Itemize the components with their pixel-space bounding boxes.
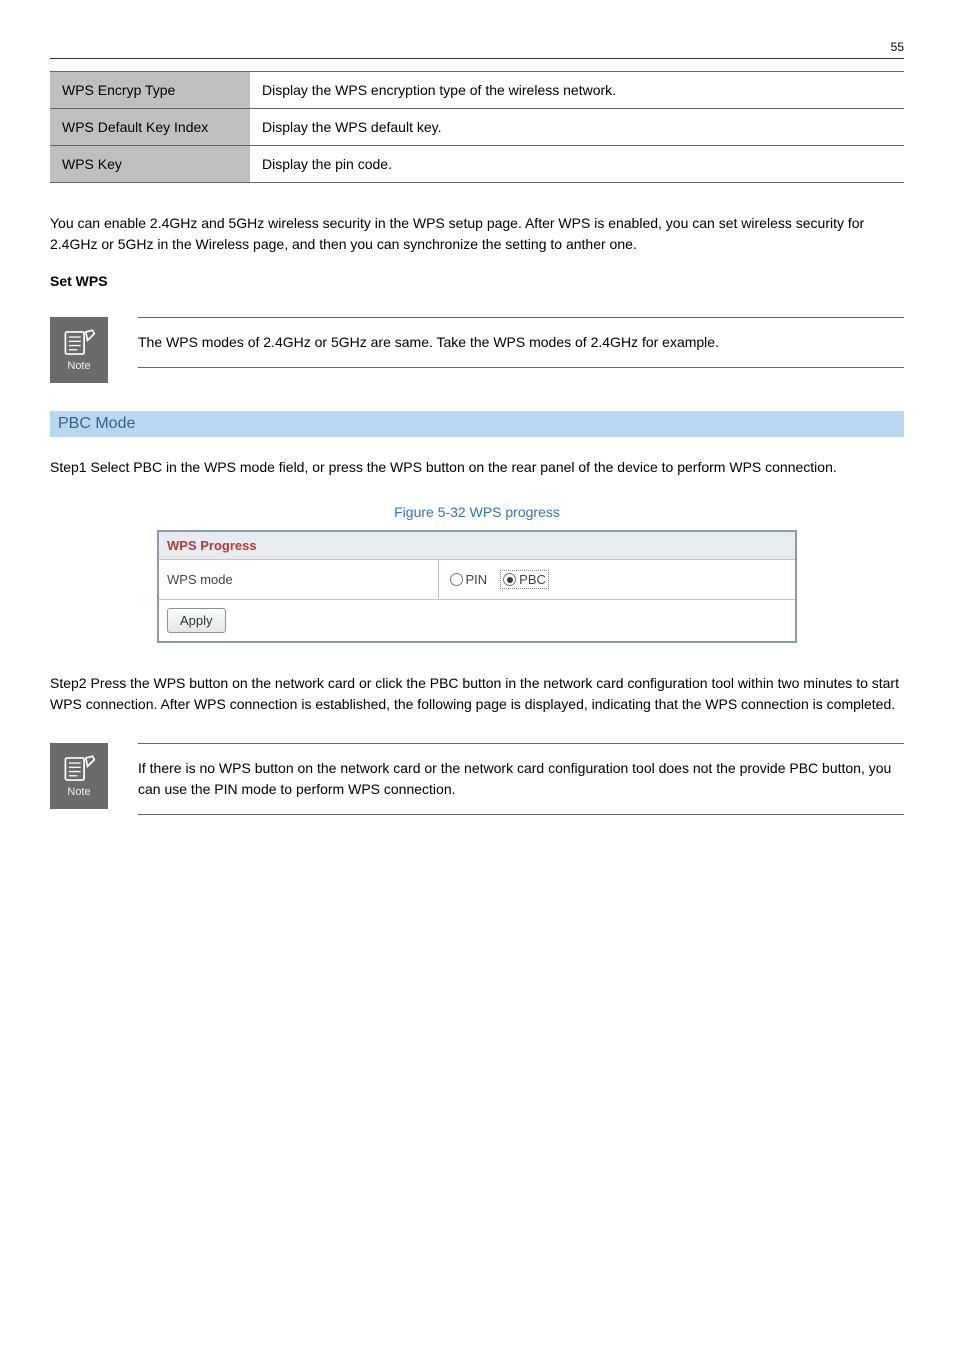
apply-button[interactable]: Apply [167, 608, 226, 633]
notepad-pen-icon [62, 754, 96, 784]
note-block: Note If there is no WPS button on the ne… [50, 743, 904, 815]
spec-table: WPS Encryp Type Display the WPS encrypti… [50, 71, 904, 183]
table-row: WPS Default Key Index Display the WPS de… [50, 109, 904, 146]
note-text: The WPS modes of 2.4GHz or 5GHz are same… [138, 318, 904, 367]
note-icon: Note [50, 317, 108, 383]
subheading: Set WPS [50, 273, 904, 289]
note-block: Note The WPS modes of 2.4GHz or 5GHz are… [50, 317, 904, 383]
note-label: Note [67, 786, 90, 798]
wps-mode-options: PIN PBC [438, 560, 796, 600]
spec-value: Display the pin code. [250, 146, 904, 183]
notepad-pen-icon [62, 328, 96, 358]
table-row: WPS Encryp Type Display the WPS encrypti… [50, 72, 904, 109]
radio-pin-label: PIN [466, 572, 488, 587]
paragraph: You can enable 2.4GHz and 5GHz wireless … [50, 213, 904, 255]
section-bar: PBC Mode [50, 411, 904, 437]
note-text: If there is no WPS button on the network… [138, 744, 904, 814]
wps-progress-table: WPS Progress WPS mode PIN PBC Apply [157, 530, 797, 643]
step-text: Step2 Press the WPS button on the networ… [50, 673, 904, 715]
note-label: Note [67, 360, 90, 372]
spec-key: WPS Default Key Index [50, 109, 250, 146]
spec-value: Display the WPS encryption type of the w… [250, 72, 904, 109]
wps-apply-row: Apply [158, 600, 796, 643]
wps-header-row: WPS Progress [158, 531, 796, 560]
radio-pin[interactable]: PIN [447, 570, 491, 589]
spec-value: Display the WPS default key. [250, 109, 904, 146]
radio-circle-icon [450, 573, 463, 586]
radio-pbc-label: PBC [519, 572, 546, 587]
note-icon: Note [50, 743, 108, 809]
wps-mode-row: WPS mode PIN PBC [158, 560, 796, 600]
radio-circle-checked-icon [503, 573, 516, 586]
wps-header: WPS Progress [158, 531, 796, 560]
note-bottom-rule [138, 814, 904, 815]
page-number: 55 [50, 40, 904, 54]
table-row: WPS Key Display the pin code. [50, 146, 904, 183]
wps-mode-label: WPS mode [158, 560, 438, 600]
figure-caption: Figure 5-32 WPS progress [50, 504, 904, 520]
spec-key: WPS Key [50, 146, 250, 183]
note-bottom-rule [138, 367, 904, 368]
header-rule [50, 58, 904, 59]
spec-key: WPS Encryp Type [50, 72, 250, 109]
step-text: Step1 Select PBC in the WPS mode field, … [50, 457, 904, 478]
radio-pbc[interactable]: PBC [500, 570, 549, 589]
